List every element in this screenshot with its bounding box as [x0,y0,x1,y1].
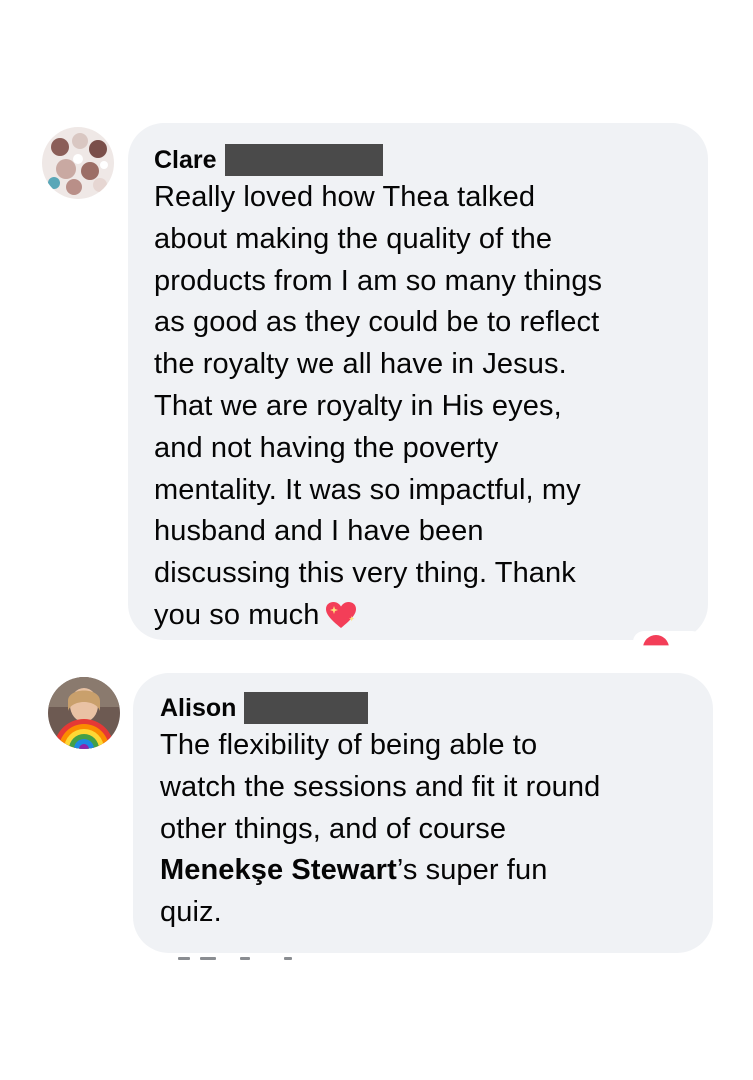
comment-header: Clare [154,143,708,177]
comment-line: about making the quality of the [154,222,553,255]
comment-line: watch the sessions and fit it round [160,770,601,803]
comment-line: That we are royalty in His eyes, [154,389,562,422]
avatar[interactable] [42,127,114,199]
sparkling-heart-icon [324,600,358,643]
comment-line-last: you so much [154,595,708,643]
comment-line: other things, and of course [160,812,507,845]
comment-line: products from I am so many things [154,264,603,297]
comment-line: Menekşe Stewart’s super fun [160,850,713,892]
comment-line: discussing this very thing. Thank [154,557,576,590]
comment-line: The flexibility of being able to [160,729,538,761]
comment-text: Really loved how Thea talked about makin… [154,177,708,643]
reaction-icon [643,635,669,646]
mention-link[interactable]: Menekşe Stewart [160,854,397,886]
comment-text: The flexibility of being able to watch t… [160,725,713,934]
comment-bubble: Alison The flexibility of being able to … [133,673,713,953]
comment-line: and not having the poverty [154,431,499,464]
comment-line: as good as they could be to reflect [154,306,600,339]
cutoff-action-row [160,953,300,963]
comment-line: the royalty we all have in Jesus. [154,348,567,381]
avatar-photo-icon [42,127,114,199]
author-name[interactable]: Clare [154,143,217,177]
comment-line-text: you so much [154,598,320,631]
comment-line: Really loved how Thea talked [154,181,536,213]
comment-line-text: ’s super fun [396,854,548,887]
redacted-surname [244,692,369,724]
comment-line: husband and I have been [154,515,484,548]
comment-header: Alison [160,691,713,725]
author-name[interactable]: Alison [160,691,236,725]
comment-thread: Clare Really loved how Thea talked about… [0,0,753,1080]
comment-line: mentality. It was so impactful, my [154,473,581,506]
reaction-badge[interactable] [633,631,703,653]
avatar[interactable] [48,677,120,749]
avatar-photo-icon [48,677,120,749]
comment-line: quiz. [160,896,222,929]
comment-bubble: Clare Really loved how Thea talked about… [128,123,708,640]
redacted-surname [224,144,383,176]
